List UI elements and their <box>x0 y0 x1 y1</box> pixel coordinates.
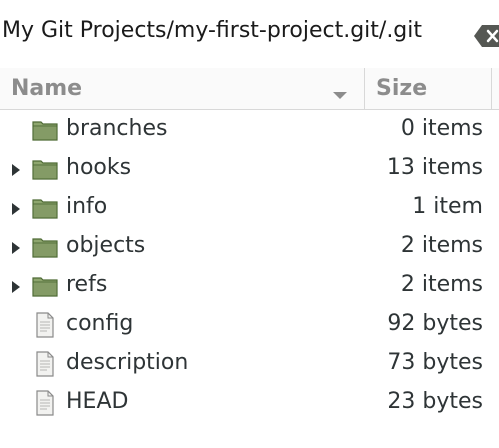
file-list[interactable]: Name Size branches 0 items hooks 13 items in… <box>0 68 499 448</box>
file-name: branches <box>66 116 168 141</box>
folder-icon <box>32 195 58 221</box>
folder-icon <box>32 273 58 299</box>
file-row[interactable]: HEAD 23 bytes <box>0 383 499 422</box>
folder-icon <box>32 117 58 143</box>
file-name: info <box>66 194 108 219</box>
expander-arrow-icon[interactable] <box>11 162 21 176</box>
sort-descending-icon <box>333 85 347 99</box>
file-row[interactable]: info 1 item <box>0 188 499 227</box>
file-size: 13 items <box>386 155 483 180</box>
file-size: 2 items <box>400 272 483 297</box>
file-name: HEAD <box>66 389 129 414</box>
expander-arrow-icon[interactable] <box>11 279 21 293</box>
file-name: hooks <box>66 155 132 180</box>
folder-icon <box>32 156 58 182</box>
file-size: 92 bytes <box>387 311 483 336</box>
text-file-icon <box>32 312 58 338</box>
file-row[interactable]: config 92 bytes <box>0 305 499 344</box>
file-size: 23 bytes <box>387 389 483 414</box>
column-header-name[interactable]: Name <box>0 68 365 109</box>
text-file-icon <box>32 351 58 377</box>
file-rows: branches 0 items hooks 13 items info 1 item ob… <box>0 110 499 422</box>
clear-icon[interactable] <box>474 23 499 49</box>
folder-icon <box>32 234 58 260</box>
file-size: 1 item <box>412 194 483 219</box>
file-name: objects <box>66 233 146 258</box>
column-header-size-label: Size <box>376 76 428 101</box>
text-file-icon <box>32 390 58 416</box>
file-size: 73 bytes <box>387 350 483 375</box>
file-row[interactable]: hooks 13 items <box>0 149 499 188</box>
location-bar[interactable]: My Git Projects/my-first-project.git/.gi… <box>0 0 499 68</box>
file-size: 0 items <box>400 116 483 141</box>
column-header-row: Name Size <box>0 68 499 110</box>
file-name: config <box>66 311 134 336</box>
file-name: description <box>66 350 189 375</box>
file-name: refs <box>66 272 108 297</box>
location-path[interactable]: My Git Projects/my-first-project.git/.gi… <box>2 18 422 43</box>
file-row[interactable]: objects 2 items <box>0 227 499 266</box>
file-row[interactable]: refs 2 items <box>0 266 499 305</box>
column-header-size[interactable]: Size <box>365 68 492 109</box>
expander-arrow-icon[interactable] <box>11 240 21 254</box>
file-row[interactable]: description 73 bytes <box>0 344 499 383</box>
file-size: 2 items <box>400 233 483 258</box>
file-row[interactable]: branches 0 items <box>0 110 499 149</box>
expander-arrow-icon[interactable] <box>11 201 21 215</box>
column-header-name-label: Name <box>11 76 83 101</box>
